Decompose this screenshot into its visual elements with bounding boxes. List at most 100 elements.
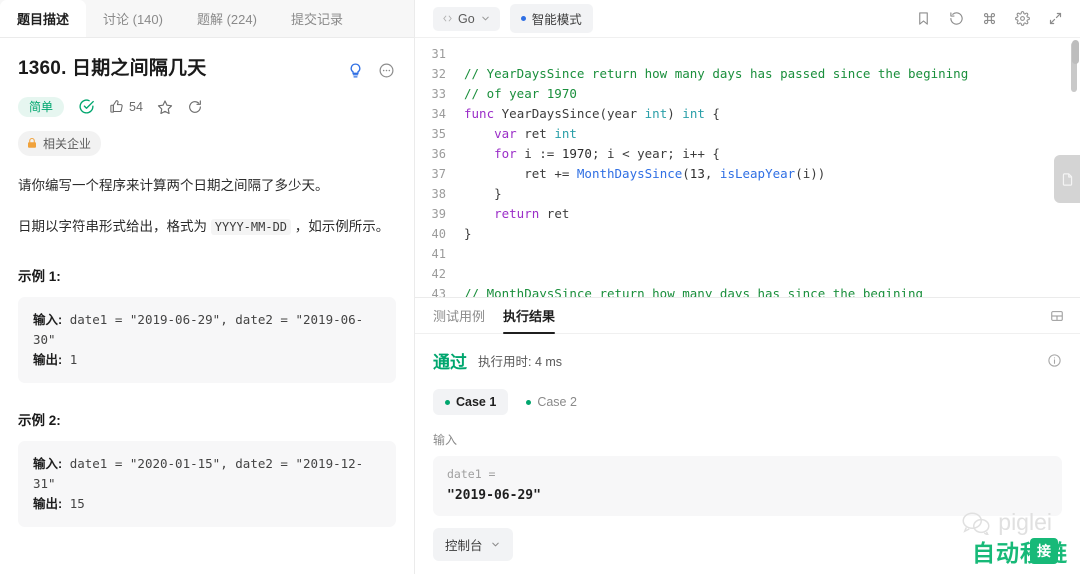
status-row: 通过 执行用时: 4 ms [433, 348, 1062, 373]
code-editor[interactable]: 31 32 // YearDaysSince return how many day… [415, 38, 1080, 298]
code-line-text: for i := 1970; i < year; i++ { [494, 146, 720, 161]
code-lines: 31 32 // YearDaysSince return how many day… [415, 38, 1080, 298]
code-line-text: // of year 1970 [464, 86, 577, 101]
paragraph-2-before: 日期以字符串形式给出，格式为 [18, 219, 211, 235]
tab-testcases-label: 测试用例 [433, 309, 486, 324]
tab-run-result[interactable]: 执行结果 [503, 298, 556, 334]
gear-icon[interactable] [1014, 10, 1031, 27]
case-chip-1[interactable]: Case 1 [433, 389, 509, 415]
lightbulb-icon[interactable] [345, 60, 365, 80]
example-2-title: 示例 2: [18, 412, 61, 428]
input-value-box[interactable]: date1 = "2019-06-29" [433, 456, 1062, 516]
leetcode-app: 题目描述 讨论 (140) 题解 (224) 提交记录 1360. 日期之间隔几… [0, 0, 1080, 574]
line-number: 34 [431, 107, 446, 121]
more-icon[interactable] [376, 60, 396, 80]
case-chip-1-label: Case 1 [456, 395, 497, 409]
editor-toolbar: Go 智能模式 [415, 0, 1080, 38]
tab-description-label: 题目描述 [17, 12, 70, 27]
result-body: 通过 执行用时: 4 ms Case 1 Case 2 输入 date1 = "… [415, 334, 1080, 574]
share-button[interactable] [187, 99, 203, 115]
layout-icon[interactable] [1050, 309, 1064, 323]
notes-edge-tab[interactable] [1054, 155, 1080, 203]
page-scrollbar[interactable] [1072, 40, 1079, 64]
bookmark-icon[interactable] [915, 10, 932, 27]
line-number: 40 [431, 227, 446, 241]
case-chip-2[interactable]: Case 2 [514, 389, 589, 415]
tab-submissions[interactable]: 提交记录 [274, 0, 360, 37]
code-line-text: ret += MonthDaysSince(13, isLeapYear(i)) [524, 166, 826, 181]
case-chip-row: Case 1 Case 2 [433, 389, 1062, 415]
case-chip-2-label: Case 2 [537, 395, 577, 409]
example-1-output-value: 1 [62, 351, 78, 367]
expand-icon[interactable] [1047, 10, 1064, 27]
language-label: Go [458, 11, 475, 26]
solved-status[interactable] [78, 98, 95, 115]
chevron-down-icon [491, 542, 499, 547]
line-number: 37 [431, 167, 446, 181]
console-toggle-button[interactable]: 控制台 [433, 528, 513, 561]
line-number: 38 [431, 187, 446, 201]
line-number: 33 [431, 87, 446, 101]
editor-toolbar-icons [915, 10, 1064, 27]
line-number: 43 [431, 287, 446, 298]
language-selector[interactable]: Go [433, 6, 500, 31]
info-icon[interactable] [1047, 353, 1062, 368]
company-row: 相关企业 [18, 130, 396, 156]
line-number: 41 [431, 247, 446, 261]
result-panel: 测试用例 执行结果 通过 执行用时: 4 ms Case 1 Case 2 输入… [415, 298, 1080, 574]
reset-icon[interactable] [948, 10, 965, 27]
company-badge[interactable]: 相关企业 [18, 130, 102, 156]
problem-description-scroll: 1360. 日期之间隔几天 简单 54 相关企业 请你编写一个程序来计算两个日期… [0, 38, 414, 574]
editor-panel: Go 智能模式 31 32 // YearDaysSince return ho… [415, 0, 1080, 574]
tab-discussion[interactable]: 讨论 (140) [86, 0, 180, 37]
tab-description[interactable]: 题目描述 [0, 0, 87, 37]
problem-title-actions [345, 56, 396, 80]
code-line-text: // MonthDaysSince return how many days h… [464, 286, 924, 298]
tab-testcases[interactable]: 测试用例 [433, 298, 485, 334]
tab-solutions-label: 题解 (224) [196, 12, 257, 27]
example-1-box: 输入: date1 = "2019-06-29", date2 = "2019-… [18, 296, 396, 383]
input-param-key: date1 = [447, 467, 496, 481]
smart-mode-dot-icon [520, 16, 526, 21]
example-2-input-label: 输入: [33, 456, 63, 471]
code-line: 39 return ret [415, 204, 1080, 224]
smart-mode-label: 智能模式 [531, 13, 582, 27]
code-line: 43 // MonthDaysSince return how many days… [415, 284, 1080, 298]
tab-solutions[interactable]: 题解 (224) [180, 0, 274, 37]
example-2-input-value: date1 = "2020-01-15", date2 = "2019-12-3… [33, 455, 364, 492]
code-line: 36 for i := 1970; i < year; i++ { [415, 144, 1080, 164]
code-line-text: func YearDaysSince(year int) int { [464, 106, 720, 121]
example-2-box: 输入: date1 = "2020-01-15", date2 = "2019-… [18, 440, 396, 528]
tab-run-result-label: 执行结果 [503, 309, 556, 324]
tab-submissions-label: 提交记录 [290, 12, 343, 27]
line-number: 35 [431, 127, 446, 141]
case-1-status-dot-icon [445, 399, 450, 405]
paragraph-2-after: ，如示例所示。 [291, 219, 390, 235]
example-2-output-label: 输出: [33, 496, 63, 511]
code-line: 42 [415, 264, 1080, 284]
like-count: 54 [129, 99, 143, 114]
page-title: 1360. 日期之间隔几天 [18, 58, 207, 79]
difficulty-badge[interactable]: 简单 [18, 96, 65, 117]
example-1-title: 示例 1: [18, 268, 61, 284]
case-2-status-dot-icon [526, 399, 532, 405]
example-1-input-label: 输入: [33, 312, 63, 327]
code-line: 33 // of year 1970 [415, 84, 1080, 104]
input-param-value: "2019-06-29" [447, 488, 541, 503]
problem-title-row: 1360. 日期之间隔几天 [18, 56, 396, 83]
problem-paragraph-2: 日期以字符串形式给出，格式为 YYYY-MM-DD ，如示例所示。 [18, 215, 396, 239]
like-button[interactable]: 54 [109, 99, 143, 114]
problem-meta-row: 简单 54 [18, 96, 396, 117]
code-line: 37 ret += MonthDaysSince(13, isLeapYear(… [415, 164, 1080, 184]
favorite-button[interactable] [157, 99, 173, 115]
problem-paragraph-1: 请你编写一个程序来计算两个日期之间隔了多少天。 [18, 177, 329, 193]
smart-mode-badge[interactable]: 智能模式 [509, 4, 593, 33]
share-icon [189, 100, 201, 113]
lock-icon [28, 138, 36, 148]
problem-panel: 题目描述 讨论 (140) 题解 (224) 提交记录 1360. 日期之间隔几… [0, 0, 415, 574]
input-section-label: 输入 [433, 433, 458, 447]
command-icon[interactable] [981, 10, 998, 27]
star-icon [157, 100, 173, 114]
status-badge: 通过 [433, 353, 467, 372]
code-line-text: } [464, 186, 502, 201]
